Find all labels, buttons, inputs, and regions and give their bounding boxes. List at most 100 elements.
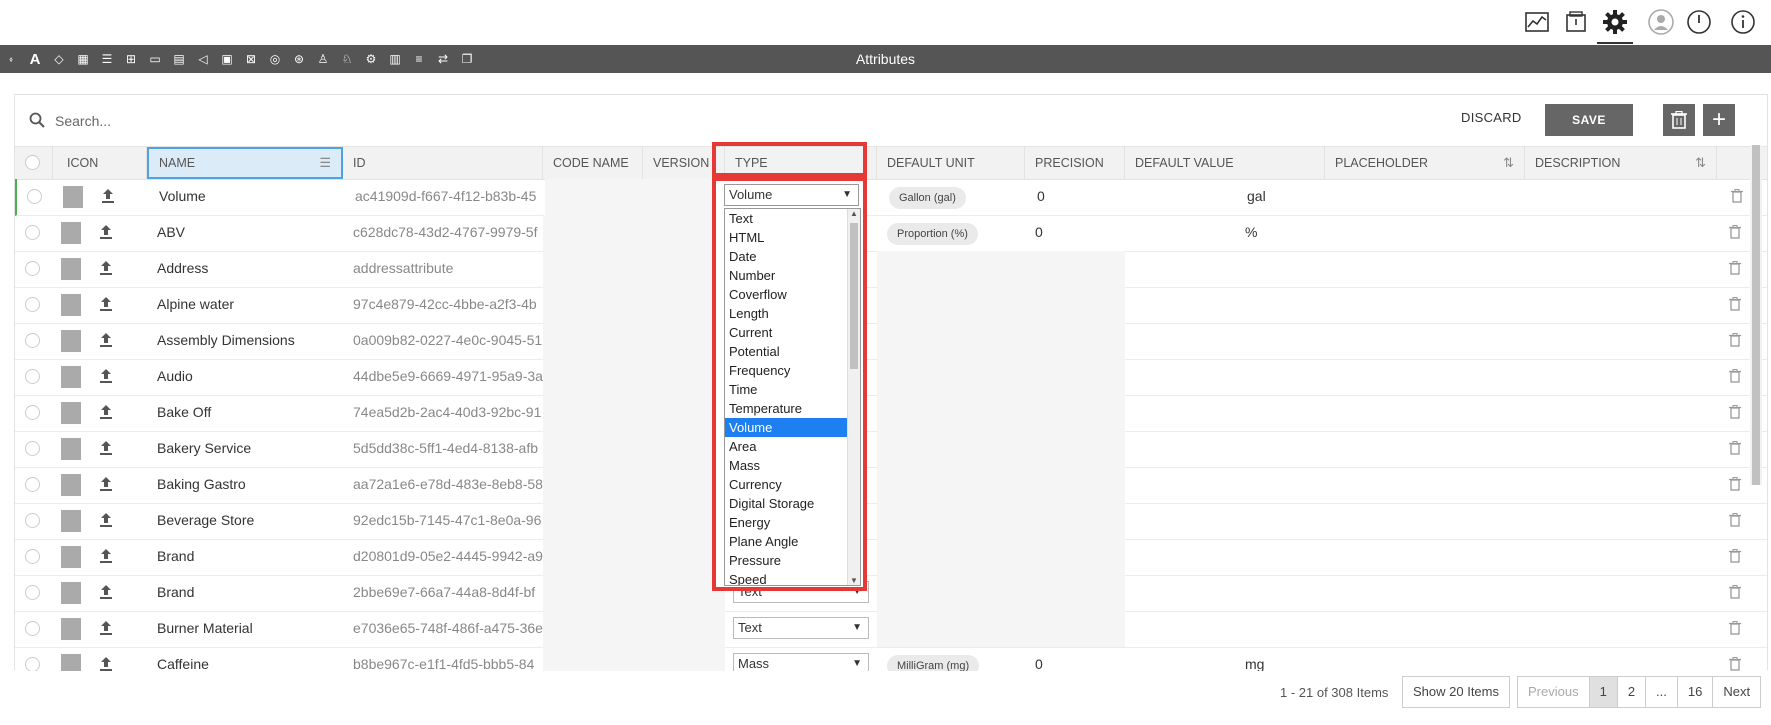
table-row[interactable]: Burner Material e7036e65-748f-486f-a475-… xyxy=(15,611,1767,648)
card-icon[interactable]: ▭ xyxy=(146,50,164,68)
form-icon[interactable]: ▤ xyxy=(170,50,188,68)
row-select-radio[interactable] xyxy=(25,657,40,671)
trash-icon[interactable] xyxy=(1729,369,1741,388)
tag-icon[interactable]: ⬫ xyxy=(2,50,20,68)
copy-icon[interactable]: ❐ xyxy=(458,50,476,68)
trash-icon[interactable] xyxy=(1731,189,1743,208)
trash-icon[interactable] xyxy=(1729,621,1741,640)
trash-icon[interactable] xyxy=(1729,513,1741,532)
save-button[interactable]: SAVE xyxy=(1545,104,1633,136)
trash-icon[interactable] xyxy=(1729,333,1741,352)
type-dropdown-list[interactable]: Text HTML Date Number Coverflow Length Current… xyxy=(724,208,861,586)
type-option[interactable]: Pressure xyxy=(725,551,849,570)
type-option[interactable]: Time xyxy=(725,380,849,399)
avatar-icon[interactable] xyxy=(1647,8,1675,36)
transfer-icon[interactable]: ⇄ xyxy=(434,50,452,68)
scroll-up-icon[interactable]: ▲ xyxy=(850,209,858,218)
type-option[interactable]: Digital Storage xyxy=(725,494,849,513)
upload-icon[interactable] xyxy=(99,548,113,569)
page-ellipsis[interactable]: ... xyxy=(1646,677,1678,707)
info-icon[interactable] xyxy=(1729,8,1757,36)
type-option[interactable]: Temperature xyxy=(725,399,849,418)
type-option[interactable]: Plane Angle xyxy=(725,532,849,551)
tag-plus-icon[interactable]: ◁ xyxy=(194,50,212,68)
power-icon[interactable] xyxy=(1685,8,1713,36)
header-id[interactable]: ID xyxy=(343,147,543,179)
upload-icon[interactable] xyxy=(99,224,113,245)
text-a-icon[interactable]: A xyxy=(26,50,44,68)
table-row[interactable]: Alpine water 97c4e879-42cc-4bbe-a2f3-4b xyxy=(15,287,1767,324)
row-select-radio[interactable] xyxy=(25,333,40,348)
trash-icon[interactable] xyxy=(1729,657,1741,671)
header-select-all[interactable] xyxy=(15,147,53,179)
type-option[interactable]: Current xyxy=(725,323,849,342)
table-row[interactable]: Brand d20801d9-05e2-4445-9942-a9 xyxy=(15,539,1767,576)
gear-icon[interactable] xyxy=(1597,8,1633,44)
check-circle-icon[interactable]: ◎ xyxy=(266,50,284,68)
row-select-radio[interactable] xyxy=(25,261,40,276)
upload-icon[interactable] xyxy=(99,368,113,389)
header-code-name[interactable]: CODE NAME xyxy=(543,147,643,179)
header-placeholder[interactable]: PLACEHOLDER ⇅ xyxy=(1325,147,1525,179)
type-select[interactable]: Text ▼ xyxy=(733,617,869,639)
trash-icon[interactable] xyxy=(1729,225,1741,244)
table-row[interactable]: Brand 2bbe69e7-66a7-44a8-8d4f-bf Text ▼ xyxy=(15,575,1767,612)
delete-button[interactable] xyxy=(1663,104,1695,136)
type-option[interactable]: Currency xyxy=(725,475,849,494)
add-button[interactable]: + xyxy=(1703,104,1735,136)
type-dropdown-select[interactable]: Volume ▼ xyxy=(724,184,859,206)
calendar-icon[interactable]: ▦ xyxy=(74,50,92,68)
header-precision[interactable]: PRECISION xyxy=(1025,147,1125,179)
row-select-radio[interactable] xyxy=(25,549,40,564)
type-option[interactable]: Speed xyxy=(725,570,849,585)
label-icon[interactable]: ◇ xyxy=(50,50,68,68)
type-option[interactable]: Number xyxy=(725,266,849,285)
trash-icon[interactable] xyxy=(1729,585,1741,604)
trash-icon[interactable] xyxy=(1729,441,1741,460)
trash-icon[interactable] xyxy=(1729,477,1741,496)
list-icon[interactable]: ≡ xyxy=(410,50,428,68)
sort-icon[interactable]: ⇅ xyxy=(1503,147,1514,179)
dropdown-scrollbar[interactable]: ▲ ▼ xyxy=(847,209,860,585)
type-option[interactable]: Length xyxy=(725,304,849,323)
type-option[interactable]: HTML xyxy=(725,228,849,247)
table-row[interactable]: Bakery Service 5d5dd38c-5ff1-4ed4-8138-a… xyxy=(15,431,1767,468)
row-select-radio[interactable] xyxy=(25,585,40,600)
book-icon[interactable]: ▥ xyxy=(386,50,404,68)
upload-icon[interactable] xyxy=(99,332,113,353)
row-select-radio[interactable] xyxy=(25,441,40,456)
header-default-value[interactable]: DEFAULT VALUE xyxy=(1125,147,1325,179)
type-option[interactable]: Energy xyxy=(725,513,849,532)
trash-icon[interactable] xyxy=(1729,549,1741,568)
row-select-radio[interactable] xyxy=(25,621,40,636)
trash-icon[interactable] xyxy=(1729,261,1741,280)
upload-icon[interactable] xyxy=(99,296,113,317)
dashboard-icon[interactable]: ⊠ xyxy=(242,50,260,68)
grid-icon[interactable]: ▣ xyxy=(218,50,236,68)
grid-scrollbar[interactable] xyxy=(1750,145,1762,485)
row-select-radio[interactable] xyxy=(27,189,42,204)
upload-icon[interactable] xyxy=(99,512,113,533)
page-16-button[interactable]: 16 xyxy=(1678,677,1714,707)
upload-icon[interactable] xyxy=(99,440,113,461)
search-input[interactable] xyxy=(53,107,457,135)
checklist-icon[interactable]: ☰ xyxy=(98,50,116,68)
table-row[interactable]: Volume ac41909d-f667-4f12-b83b-45 Gallon… xyxy=(15,179,1767,216)
row-select-radio[interactable] xyxy=(25,405,40,420)
row-select-radio[interactable] xyxy=(25,225,40,240)
upload-icon[interactable] xyxy=(99,404,113,425)
type-option[interactable]: Coverflow xyxy=(725,285,849,304)
sort-icon[interactable]: ⇅ xyxy=(1695,147,1706,179)
select-all-radio[interactable] xyxy=(25,155,40,170)
menu-lines-icon[interactable]: ☰ xyxy=(319,149,331,177)
upload-icon[interactable] xyxy=(99,656,113,671)
table-row[interactable]: Address addressattribute xyxy=(15,251,1767,288)
table-row[interactable]: Audio 44dbe5e9-6669-4971-95a9-3a xyxy=(15,359,1767,396)
type-option[interactable]: Potential xyxy=(725,342,849,361)
type-option[interactable]: Mass xyxy=(725,456,849,475)
header-description[interactable]: DESCRIPTION ⇅ xyxy=(1525,147,1717,179)
table-icon[interactable]: ⊞ xyxy=(122,50,140,68)
header-icon[interactable]: ICON xyxy=(53,147,147,179)
header-name[interactable]: NAME ☰ xyxy=(147,147,343,179)
type-option[interactable]: Text xyxy=(725,209,849,228)
